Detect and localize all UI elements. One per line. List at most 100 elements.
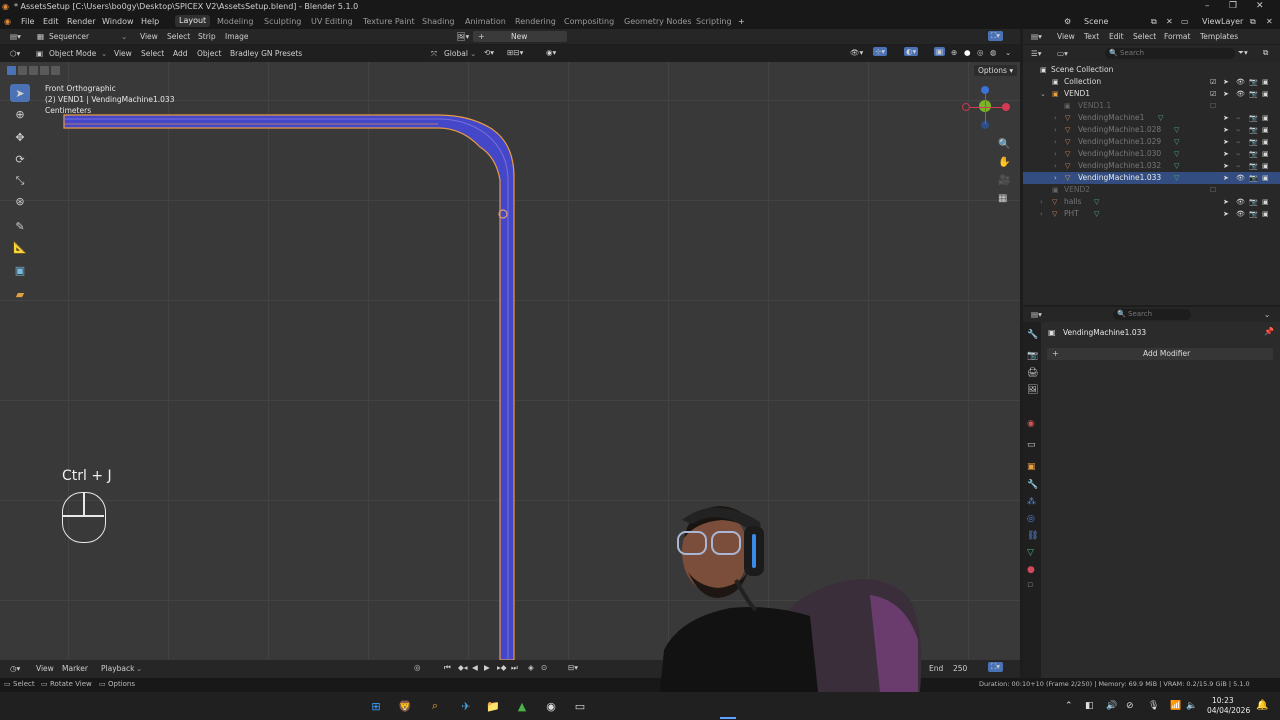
timeline-menu-view[interactable]: View <box>36 664 54 673</box>
outliner-row-vend2[interactable]: ▣ VEND2 ☐ <box>1023 184 1280 196</box>
editor-type-icon[interactable]: ▤▾ <box>10 32 21 41</box>
render-tab-icon[interactable]: 📷 <box>1027 351 1038 361</box>
workspace-tab-uv-editing[interactable]: UV Editing <box>311 17 353 26</box>
outliner-row-vendingmachine1-032[interactable]: › ▽ VendingMachine1.032 ▽ ➤ ⌣ 📷 ▣ <box>1023 160 1280 172</box>
tray-chevron-icon[interactable]: ⌃ <box>1065 701 1073 711</box>
workspace-tab-rendering[interactable]: Rendering <box>515 17 556 26</box>
pan-hand-icon[interactable]: ✋ <box>998 157 1010 168</box>
expand-chevron-icon[interactable]: › <box>1054 148 1057 160</box>
blender-menu-icon[interactable]: ◉ <box>4 17 11 26</box>
transform-tool-icon[interactable]: ⊛ <box>10 192 30 210</box>
workspace-tab-animation[interactable]: Animation <box>465 17 506 26</box>
workspace-tab-modeling[interactable]: Modeling <box>217 17 253 26</box>
sequencer-menu-strip[interactable]: Strip <box>198 32 216 41</box>
xray-toggle-icon[interactable]: ▣ <box>934 47 946 56</box>
properties-search-input[interactable]: 🔍 Search <box>1113 309 1191 320</box>
eye-icon[interactable]: ⌣ <box>1236 112 1241 124</box>
text-menu-templates[interactable]: Templates <box>1200 32 1238 41</box>
play-reverse-icon[interactable]: ◀ <box>472 663 478 672</box>
eye-icon[interactable]: 👁 <box>1236 88 1245 100</box>
file-explorer-icon[interactable]: 📁 <box>484 697 502 715</box>
snap-icon[interactable]: ⊞⊟▾ <box>507 48 523 57</box>
select-arrow-icon[interactable]: ➤ <box>1223 124 1229 136</box>
physics-tab-icon[interactable]: ◎ <box>1027 514 1035 524</box>
shading-options-icon[interactable]: ⌄ <box>1005 48 1011 57</box>
text-menu-select[interactable]: Select <box>1133 32 1156 41</box>
overlay-toggle-icon[interactable]: ◐▾ <box>904 47 919 56</box>
jump-start-icon[interactable]: ⏮ <box>444 663 451 673</box>
checkbox-icon[interactable]: ☐ <box>1210 184 1216 196</box>
outliner-row-vendingmachine1-033[interactable]: › ▽ VendingMachine1.033 ▽ ➤ 👁 📷 ▣ <box>1023 172 1280 184</box>
outliner-row-vend1[interactable]: ⌄ ▣ VEND1 ☑ ➤ 👁 📷 ▣ <box>1023 88 1280 100</box>
wireframe-shading-icon[interactable]: ⊕ <box>951 48 957 57</box>
world-tab-icon[interactable]: ▭ <box>1027 440 1036 450</box>
select-box-tool-icon[interactable]: ➤ <box>10 84 30 102</box>
render-icon[interactable]: ▣ <box>1262 112 1269 124</box>
zoom-icon[interactable]: 🔍 <box>998 139 1010 150</box>
eye-icon[interactable]: 👁 <box>1236 76 1245 88</box>
new-collection-icon[interactable]: ⧉ <box>1263 48 1268 58</box>
grid-view-icon[interactable]: ▦ <box>998 193 1007 204</box>
camera-icon[interactable]: 📷 <box>1249 112 1258 124</box>
scene-tab-icon[interactable]: ◉ <box>1027 419 1035 429</box>
eye-icon[interactable]: 👁 <box>1236 172 1245 184</box>
view-layer-tab-icon[interactable]: 🖼 <box>1027 385 1038 395</box>
end-frame-value[interactable]: 250 <box>953 664 967 673</box>
rendered-shading-icon[interactable]: ◍ <box>990 48 997 57</box>
chevron-down-icon[interactable]: ⌄ <box>1264 310 1270 319</box>
proportional-edit-icon[interactable]: ◉▾ <box>546 48 556 57</box>
material-tab-icon[interactable]: ● <box>1027 565 1035 575</box>
sequencer-menu-image[interactable]: Image <box>225 32 249 41</box>
filter-icon[interactable]: ⏷▾ <box>1238 48 1248 58</box>
particles-tab-icon[interactable]: ⁂ <box>1027 497 1036 507</box>
new-view-layer-icon[interactable]: ⧉ <box>1250 17 1256 27</box>
orientation-dropdown[interactable]: Global <box>444 49 468 58</box>
eye-icon[interactable]: ⌣ <box>1236 160 1241 172</box>
sequencer-menu-select[interactable]: Select <box>167 32 190 41</box>
select-arrow-icon[interactable]: ➤ <box>1223 148 1229 160</box>
expand-chevron-icon[interactable]: ⌄ <box>1040 88 1046 100</box>
object-tab-icon[interactable]: ▣ <box>1027 462 1036 472</box>
viewport-menu-select[interactable]: Select <box>141 49 164 58</box>
eye-icon[interactable]: ⌣ <box>1236 136 1241 148</box>
data-tab-icon[interactable]: ▽ <box>1027 548 1034 558</box>
minimize-icon[interactable]: – <box>1205 1 1210 11</box>
select-arrow-icon[interactable]: ➤ <box>1223 196 1229 208</box>
jump-end-icon[interactable]: ⏭ <box>511 663 518 673</box>
camera-icon[interactable]: 📷 <box>1249 136 1258 148</box>
add-workspace-icon[interactable]: + <box>738 17 745 26</box>
select-arrow-icon[interactable]: ➤ <box>1223 76 1229 88</box>
render-icon[interactable]: ▣ <box>1262 76 1269 88</box>
delete-scene-icon[interactable]: ✕ <box>1166 17 1173 26</box>
microphone-icon[interactable]: 🎙 <box>1148 701 1159 711</box>
outliner-search-input[interactable]: 🔍 Search <box>1105 48 1235 59</box>
cursor-tool-icon[interactable]: ⊕ <box>10 105 30 123</box>
network-icon[interactable]: ⊘ <box>1126 701 1134 711</box>
select-arrow-icon[interactable]: ➤ <box>1223 112 1229 124</box>
checkbox-icon[interactable]: ☑ <box>1210 88 1216 100</box>
constraints-tab-icon[interactable]: ⛓ <box>1027 531 1038 541</box>
render-icon[interactable]: ▣ <box>1262 136 1269 148</box>
sound-icon[interactable]: 🔈 <box>1186 701 1197 711</box>
workspace-tab-sculpting[interactable]: Sculpting <box>264 17 301 26</box>
viewport-menu-bradley-gn-presets[interactable]: Bradley GN Presets <box>230 49 302 58</box>
camera-icon[interactable]: 📷 <box>1249 160 1258 172</box>
outliner-row-vendingmachine1-030[interactable]: › ▽ VendingMachine1.030 ▽ ➤ ⌣ 📷 ▣ <box>1023 148 1280 160</box>
terminal-icon[interactable]: ▭ <box>571 697 589 715</box>
properties-editor-icon[interactable]: ▤▾ <box>1031 310 1042 319</box>
brave-browser-icon[interactable]: 🦁 <box>396 697 414 715</box>
pivot-icon[interactable]: ⟲▾ <box>484 48 494 57</box>
menu-render[interactable]: Render <box>67 17 95 26</box>
menu-file[interactable]: File <box>21 17 34 26</box>
select-arrow-icon[interactable]: ➤ <box>1223 172 1229 184</box>
outliner-row-vend1-1[interactable]: ▣ VEND1.1 ☐ <box>1023 100 1280 112</box>
eye-icon[interactable]: 👁 <box>1236 208 1245 220</box>
timeline-display-icon[interactable]: ⛶▾ <box>988 662 1004 672</box>
scene-name[interactable]: Scene <box>1084 17 1108 26</box>
viewport-menu-object[interactable]: Object <box>197 49 221 58</box>
next-keyframe-icon[interactable]: ▸◆ <box>497 663 507 672</box>
new-scene-icon[interactable]: ⧉ <box>1151 17 1157 27</box>
camera-icon[interactable]: 📷 <box>1249 76 1258 88</box>
eye-icon[interactable]: ⌣ <box>1236 148 1241 160</box>
bradley-tool-icon[interactable]: ▰ <box>10 285 30 303</box>
